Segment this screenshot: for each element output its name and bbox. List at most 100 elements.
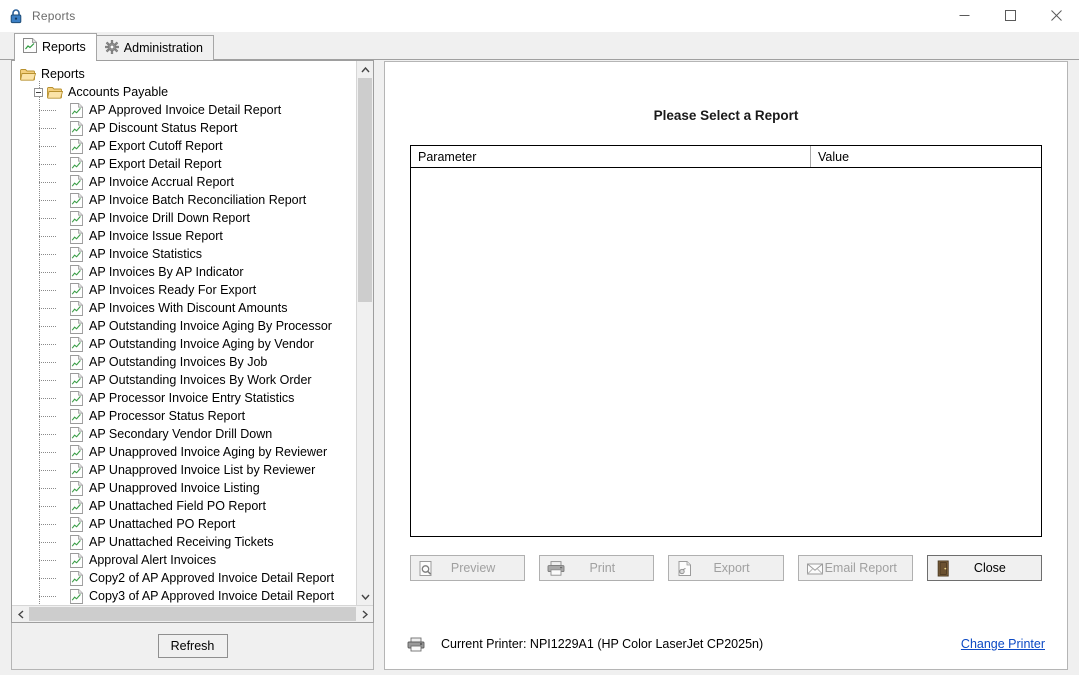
- scroll-left-button[interactable]: [12, 606, 29, 622]
- reports-tree[interactable]: Reports Accounts Payable AP Approved Inv…: [12, 61, 356, 605]
- reports-window: Reports Reports Administration Reports A…: [0, 0, 1079, 675]
- maximize-button[interactable]: [987, 0, 1033, 32]
- tree-item-label: AP Invoice Drill Down Report: [89, 211, 250, 225]
- tree-item-report[interactable]: AP Unapproved Invoice List by Reviewer: [12, 461, 356, 479]
- tree-item-report[interactable]: AP Unattached Field PO Report: [12, 497, 356, 515]
- page-title: Please Select a Report: [653, 108, 799, 123]
- tree-node-root[interactable]: Reports: [12, 65, 356, 83]
- tree-guide-line: [39, 164, 57, 165]
- tree-guide-line: [39, 290, 57, 291]
- horizontal-scroll-track[interactable]: [29, 606, 356, 622]
- tree-item-report[interactable]: AP Invoice Accrual Report: [12, 173, 356, 191]
- vertical-scroll-track[interactable]: [357, 78, 373, 588]
- button-label: Preview: [450, 561, 496, 575]
- tree-node-accounts-payable[interactable]: Accounts Payable: [12, 83, 356, 101]
- tree-guide-line: [39, 560, 57, 561]
- printer-label: Current Printer: NPI1229A1 (HP Color Las…: [441, 637, 764, 651]
- tree-item-report[interactable]: AP Processor Invoice Entry Statistics: [12, 389, 356, 407]
- tree-item-report[interactable]: AP Unattached PO Report: [12, 515, 356, 533]
- tree-guide-line: [39, 254, 57, 255]
- tree-guide-line: [39, 488, 57, 489]
- column-header-parameter[interactable]: Parameter: [411, 146, 811, 167]
- tree-item-label: AP Invoice Accrual Report: [89, 175, 234, 189]
- tree-item-report[interactable]: AP Secondary Vendor Drill Down: [12, 425, 356, 443]
- tree-guide-line: [39, 542, 57, 543]
- parameter-grid-body[interactable]: [411, 168, 1041, 536]
- collapse-toggle[interactable]: [34, 87, 43, 97]
- report-chart-icon: [70, 264, 83, 280]
- horizontal-scroll-thumb[interactable]: [29, 607, 356, 621]
- tree-guide-line: [39, 308, 57, 309]
- tree-item-report[interactable]: AP Unattached Receiving Tickets: [12, 533, 356, 551]
- refresh-button[interactable]: Refresh: [157, 634, 228, 658]
- window-title: Reports: [32, 8, 76, 23]
- tree-horizontal-scrollbar[interactable]: [12, 605, 373, 622]
- tree-item-report[interactable]: AP Outstanding Invoice Aging by Vendor: [12, 335, 356, 353]
- close-button[interactable]: Close: [926, 555, 1043, 581]
- tree-item-report[interactable]: AP Invoices Ready For Export: [12, 281, 356, 299]
- gear-icon: [104, 39, 119, 57]
- tree-item-report[interactable]: AP Discount Status Report: [12, 119, 356, 137]
- tree-item-report[interactable]: AP Unapproved Invoice Aging by Reviewer: [12, 443, 356, 461]
- tree-item-report[interactable]: AP Invoices By AP Indicator: [12, 263, 356, 281]
- close-window-button[interactable]: [1033, 0, 1079, 32]
- vertical-scroll-thumb[interactable]: [358, 78, 372, 303]
- tree-item-list: AP Approved Invoice Detail Report AP Dis…: [12, 101, 356, 605]
- tree-item-report[interactable]: AP Invoice Drill Down Report: [12, 209, 356, 227]
- report-chart-icon: [70, 462, 83, 478]
- tree-item-report[interactable]: AP Export Detail Report: [12, 155, 356, 173]
- tree-item-report[interactable]: AP Invoice Issue Report: [12, 227, 356, 245]
- printer-icon: [547, 560, 565, 577]
- tree-item-report[interactable]: AP Approved Invoice Detail Report: [12, 101, 356, 119]
- reports-tree-panel: Reports Accounts Payable AP Approved Inv…: [11, 60, 374, 670]
- tree-item-report[interactable]: AP Invoice Statistics: [12, 245, 356, 263]
- tree-item-report[interactable]: AP Processor Status Report: [12, 407, 356, 425]
- tree-item-report[interactable]: AP Unapproved Invoice Listing: [12, 479, 356, 497]
- tree-guide-line: [39, 434, 57, 435]
- report-chart-icon: [70, 210, 83, 226]
- button-label: Email Report: [824, 561, 897, 575]
- tree-group-label: Accounts Payable: [68, 85, 169, 99]
- print-button: Print: [539, 555, 655, 581]
- tree-root-label: Reports: [41, 67, 85, 81]
- report-chart-icon: [70, 102, 83, 118]
- tree-guide-line: [39, 578, 57, 579]
- tree-item-report[interactable]: AP Invoice Batch Reconciliation Report: [12, 191, 356, 209]
- minimize-button[interactable]: [941, 0, 987, 32]
- scroll-right-button[interactable]: [356, 606, 373, 622]
- tab-strip: Reports Administration: [0, 32, 1079, 61]
- tree-guide-line: [39, 236, 57, 237]
- tree-item-label: AP Outstanding Invoice Aging by Vendor: [89, 337, 314, 351]
- tree-guide-line: [39, 524, 57, 525]
- tree-guide-line: [39, 200, 57, 201]
- tree-item-report[interactable]: Copy3 of AP Approved Invoice Detail Repo…: [12, 587, 356, 605]
- tree-item-report[interactable]: Approval Alert Invoices: [12, 551, 356, 569]
- report-chart-icon: [70, 138, 83, 154]
- tree-item-report[interactable]: AP Outstanding Invoices By Work Order: [12, 371, 356, 389]
- tree-item-report[interactable]: AP Outstanding Invoice Aging By Processo…: [12, 317, 356, 335]
- parameter-grid: Parameter Value: [410, 145, 1042, 537]
- tree-item-report[interactable]: Copy2 of AP Approved Invoice Detail Repo…: [12, 569, 356, 587]
- tree-item-report[interactable]: AP Export Cutoff Report: [12, 137, 356, 155]
- email-report-button: Email Report: [797, 555, 913, 581]
- tab-reports[interactable]: Reports: [14, 33, 97, 61]
- tab-administration[interactable]: Administration: [95, 35, 214, 60]
- folder-icon: [20, 68, 37, 81]
- tree-item-label: AP Export Detail Report: [89, 157, 222, 171]
- tree-vertical-scrollbar[interactable]: [356, 61, 373, 605]
- change-printer-link[interactable]: Change Printer: [961, 637, 1045, 651]
- scroll-up-button[interactable]: [357, 61, 373, 78]
- tree-guide-line: [39, 506, 57, 507]
- tree-guide-line: [39, 146, 57, 147]
- tree-item-report[interactable]: AP Outstanding Invoices By Job: [12, 353, 356, 371]
- scroll-down-button[interactable]: [357, 588, 373, 605]
- tree-item-report[interactable]: AP Invoices With Discount Amounts: [12, 299, 356, 317]
- report-chart-icon: [70, 588, 83, 604]
- tree-item-label: AP Unattached PO Report: [89, 517, 236, 531]
- tree-item-label: AP Outstanding Invoice Aging By Processo…: [89, 319, 332, 333]
- action-button-row: Preview Print Export Email Report Close: [410, 555, 1043, 581]
- tree-item-label: AP Invoice Batch Reconciliation Report: [89, 193, 307, 207]
- column-header-value[interactable]: Value: [811, 146, 1041, 167]
- report-chart-icon: [70, 444, 83, 460]
- tree-item-label: AP Unapproved Invoice List by Reviewer: [89, 463, 316, 477]
